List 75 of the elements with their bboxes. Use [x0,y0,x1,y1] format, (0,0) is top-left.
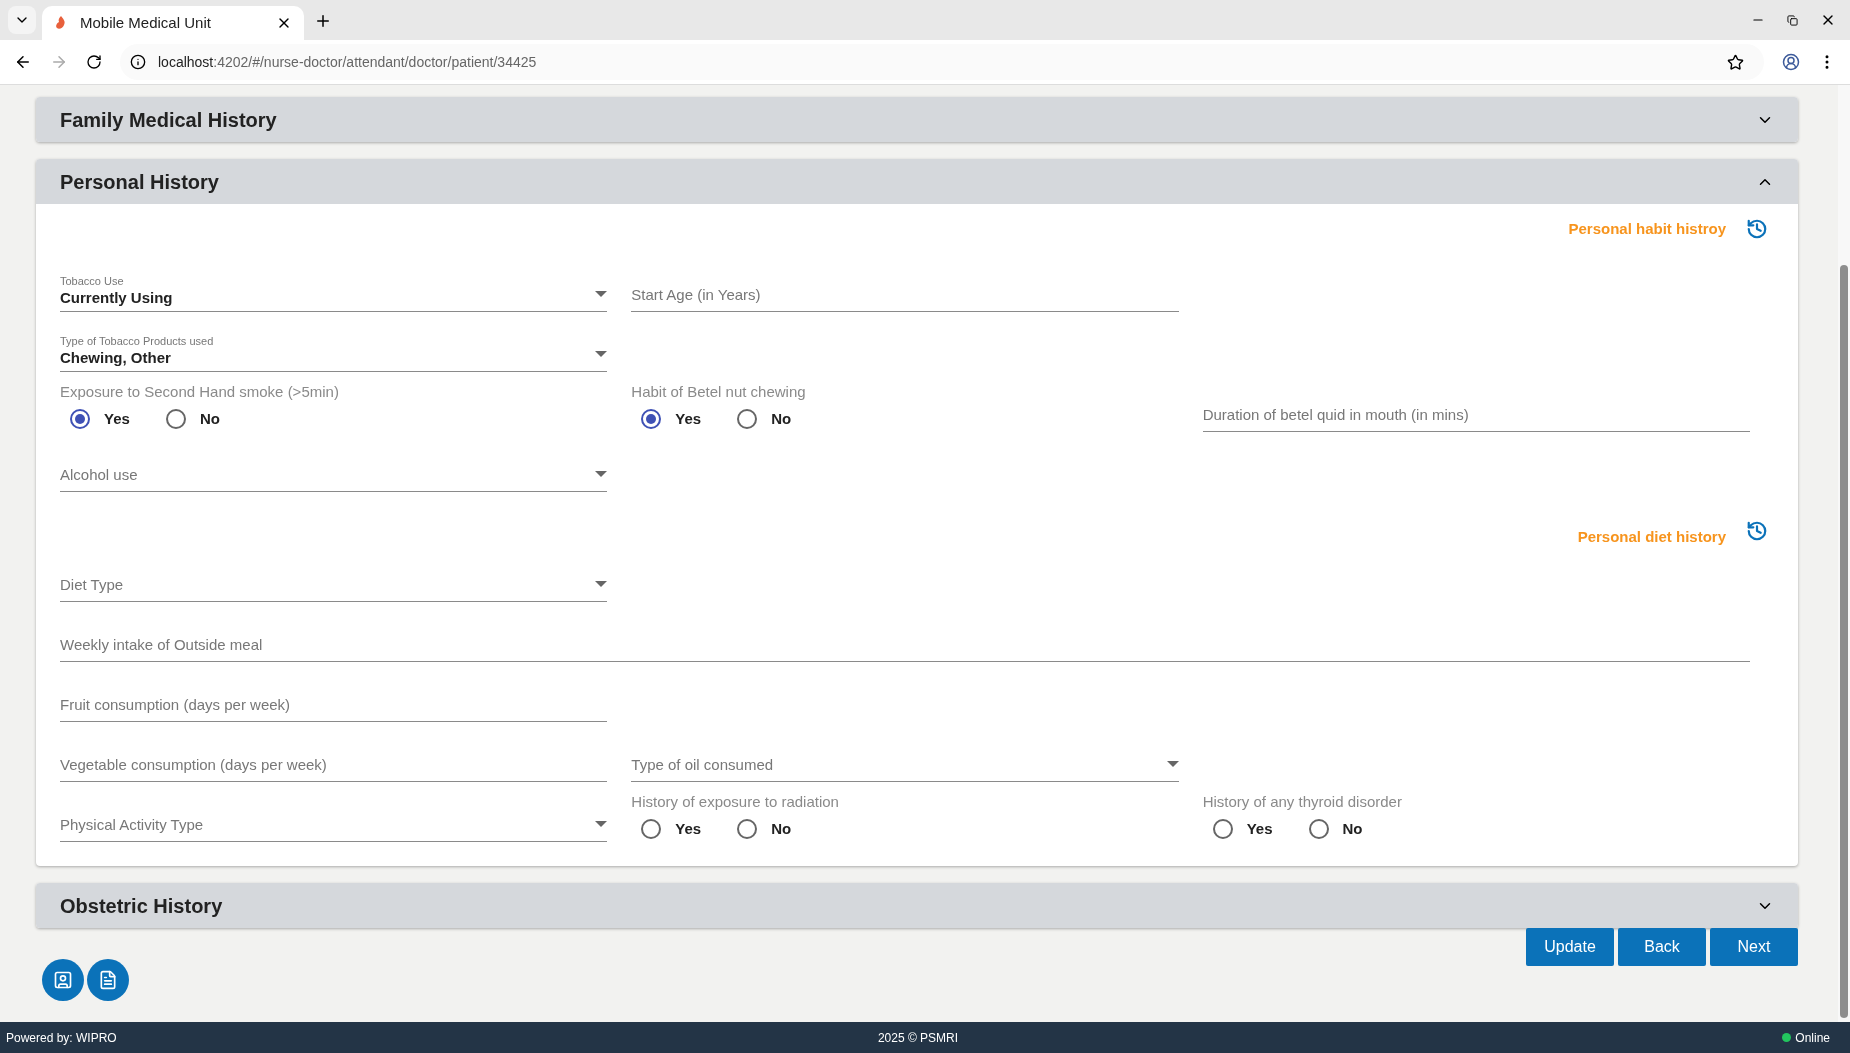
input-field[interactable]: Vegetable consumption (days per week) [60,734,608,782]
dropdown-caret-icon [595,821,608,827]
scrollbar[interactable] [1838,85,1850,1022]
restore-icon[interactable] [1787,15,1798,26]
field-placeholder: Diet Type [60,575,124,595]
bookmark-star-icon[interactable] [1727,53,1744,71]
radio-option[interactable]: Yes [641,818,702,841]
history-icon[interactable] [1746,520,1768,542]
action-button[interactable]: Back [1618,928,1706,966]
input-field[interactable]: Start Age (in Years) [631,264,1179,312]
browser-tab[interactable]: Mobile Medical Unit [42,6,304,40]
section-header[interactable]: Personal History [36,159,1798,204]
dropdown-field[interactable]: Tobacco Use Currently Using [60,264,608,312]
radio-option[interactable]: No [1308,818,1363,841]
radio-option[interactable]: No [737,408,792,431]
radio-option[interactable]: Yes [641,408,702,431]
field-placeholder: Type of oil consumed [631,755,774,775]
dropdown-field[interactable]: Type of Tobacco Products used Chewing, Other [60,324,608,372]
radio-option[interactable]: Yes [70,408,130,431]
dropdown-caret-icon [595,581,608,587]
field-placeholder: Fruit consumption (days per week) [60,695,291,715]
dropdown-caret-icon [595,351,608,357]
input-field[interactable]: Fruit consumption (days per week) [60,674,608,722]
info-icon[interactable] [130,54,146,70]
input-field[interactable]: Weekly intake of Outside meal [60,614,1750,662]
section-title: Obstetric History [60,893,224,919]
back-icon[interactable] [14,53,32,71]
document-icon [98,970,118,990]
field-label: Type of Tobacco Products used [60,334,214,348]
radio-group-label: Exposure to Second Hand smoke (>5min) [60,382,340,402]
radio-group-label: History of any thyroid disorder [1202,792,1403,812]
profile-icon[interactable] [1782,53,1800,71]
tab-list-button[interactable] [8,6,36,34]
dropdown-field[interactable]: Alcohol use [60,444,608,492]
section-title: Family Medical History [60,107,278,133]
dropdown-caret-icon [1166,761,1179,767]
footer-copyright: 2025 © PSMRI [876,1029,960,1047]
radio-option[interactable]: Yes [1212,818,1273,841]
dropdown-field[interactable]: Diet Type [60,554,608,602]
input-field[interactable]: Duration of betel quid in mouth (in mins) [1202,384,1750,432]
section-header[interactable]: Obstetric History [36,883,1798,928]
tab-title: Mobile Medical Unit [80,12,212,33]
field-value: Chewing, Other [60,348,171,368]
field-label: Tobacco Use [60,274,124,288]
status-text: Online [1795,1029,1830,1047]
new-tab-icon[interactable] [314,12,332,30]
radio-option[interactable]: No [165,408,220,431]
footer-credit: Powered by: WIPRO [6,1029,118,1047]
radio-group-label: Habit of Betel nut chewing [631,382,807,402]
document-button[interactable] [87,959,129,1001]
action-button[interactable]: Update [1526,928,1614,966]
radio-group-label: History of exposure to radiation [631,792,840,812]
radio-option[interactable]: No [737,818,792,841]
online-status-icon [1782,1033,1792,1042]
dropdown-field[interactable]: Physical Activity Type [60,794,608,842]
section-header[interactable]: Family Medical History [36,97,1798,142]
dropdown-caret-icon [595,291,608,297]
field-placeholder: Duration of betel quid in mouth (in mins) [1202,405,1469,425]
action-button[interactable]: Next [1710,928,1798,966]
field-placeholder: Alcohol use [60,465,138,485]
app-logo-icon [54,15,68,31]
user-card-icon [53,970,73,990]
field-placeholder: Physical Activity Type [60,815,204,835]
field-placeholder: Weekly intake of Outside meal [60,635,263,655]
address-bar[interactable]: localhost:4202/#/nurse-doctor/attendant/doctor/patient/34425 [120,44,1764,80]
dropdown-field[interactable]: Type of oil consumed [631,734,1179,782]
reload-icon[interactable] [86,54,102,70]
dropdown-caret-icon [595,471,608,477]
history-icon[interactable] [1746,218,1768,240]
field-placeholder: Start Age (in Years) [631,285,761,305]
field-value: Currently Using [60,288,173,308]
url-text: localhost:4202/#/nurse-doctor/attendant/doctor/patient/34425 [158,52,537,72]
field-placeholder: Vegetable consumption (days per week) [60,755,327,775]
section-title: Personal History [60,169,220,195]
profile-card-button[interactable] [42,959,84,1001]
